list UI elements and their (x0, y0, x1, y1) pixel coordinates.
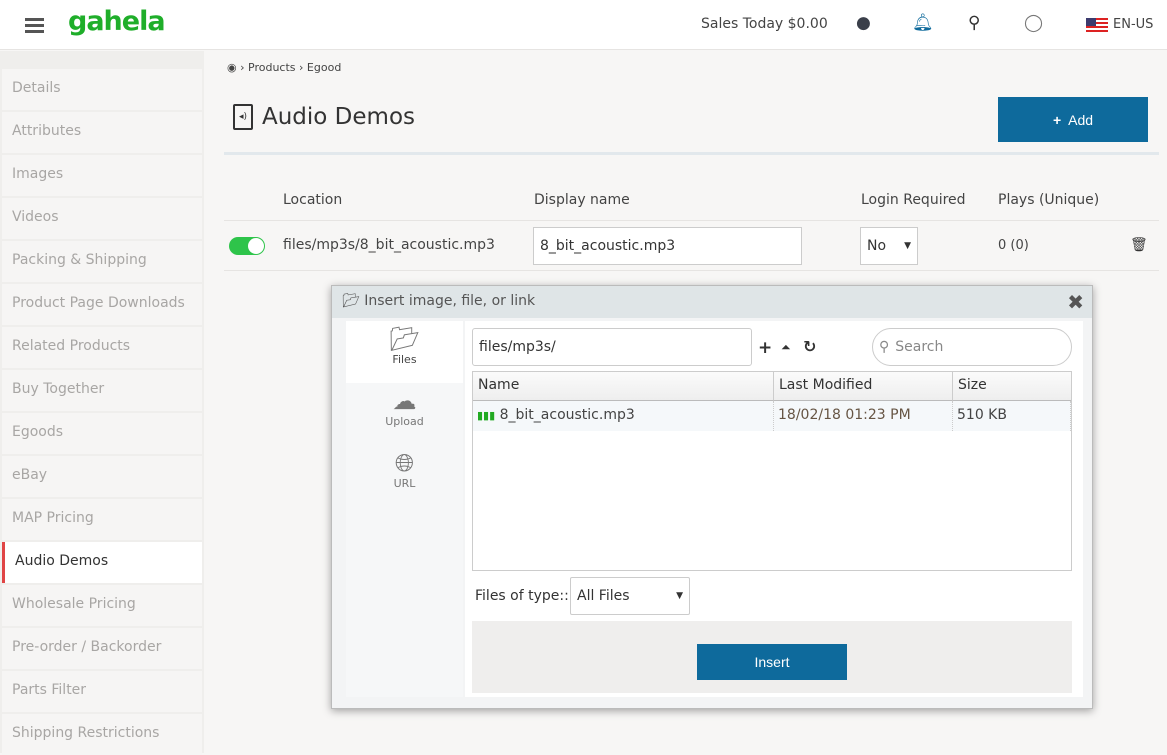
refresh-icon[interactable]: ↻ (803, 337, 816, 356)
display-name-input[interactable]: 8_bit_acoustic.mp3 (533, 227, 802, 265)
search-icon: ⚲ (879, 339, 890, 355)
sidebar-item-ebay[interactable]: eBay (2, 456, 202, 497)
breadcrumb-egood: Egood (306, 61, 342, 74)
sidebar-item-parts-filter[interactable]: Parts Filter (2, 671, 202, 712)
sidebar-item-map-pricing[interactable]: MAP Pricing (2, 499, 202, 540)
sidebar-item-videos[interactable]: Videos (2, 198, 202, 239)
sales-today: Sales Today $0.00 (701, 16, 828, 32)
divider (224, 152, 1159, 155)
user-icon[interactable]: ● (856, 13, 871, 33)
tab-upload-label: Upload (385, 415, 424, 428)
dialog-header: 📂︎ Insert image, file, or link (332, 286, 1092, 318)
audio-icon: ▮▮▮ (477, 409, 496, 422)
add-button[interactable]: + Add (998, 97, 1148, 142)
search-placeholder: Search (895, 339, 944, 355)
audio-file-icon: ◂) (233, 104, 253, 130)
new-folder-icon[interactable]: + (758, 338, 772, 358)
path-input[interactable]: files/mp3s/ (472, 328, 752, 366)
file-size-cell: 510 KB (953, 401, 1071, 431)
login-required-select[interactable]: No ▼ (860, 227, 918, 265)
close-icon[interactable]: ✖ (1067, 290, 1084, 314)
insert-button[interactable]: Insert (697, 644, 847, 680)
folder-open-icon: 📂︎ (342, 293, 360, 309)
sidebar-item-pre-order-backorder[interactable]: Pre-order / Backorder (2, 628, 202, 669)
sidebar-item-images[interactable]: Images (2, 155, 202, 196)
filter-label: Files of type:: (475, 588, 569, 604)
tab-url-label: URL (393, 477, 416, 490)
login-required-value: No (867, 238, 887, 254)
dashboard-icon[interactable]: ◉ (227, 61, 237, 74)
sidebar-item-buy-together[interactable]: Buy Together (2, 370, 202, 411)
file-type-select[interactable]: All Files ▼ (570, 577, 690, 615)
col-last-modified[interactable]: Last Modified (774, 372, 953, 401)
breadcrumb-products[interactable]: Products (248, 61, 296, 74)
tab-url[interactable]: 🌐︎ URL (346, 445, 463, 507)
sidebar-item-wholesale-pricing[interactable]: Wholesale Pricing (2, 585, 202, 626)
col-name[interactable]: Name (473, 372, 774, 401)
tab-upload[interactable]: ☁ Upload (346, 383, 463, 445)
search-input[interactable]: ⚲ Search (872, 328, 1072, 366)
us-flag-icon (1086, 17, 1108, 32)
file-modified-cell: 18/02/18 01:23 PM (774, 401, 953, 431)
col-plays: Plays (Unique) (998, 192, 1100, 208)
insert-dialog: 📂︎ Insert image, file, or link ✖ 📂︎ Files… (331, 285, 1093, 709)
sidebar-item-audio-demos[interactable]: Audio Demos (2, 542, 202, 583)
dialog-title: Insert image, file, or link (364, 293, 536, 309)
image-icon[interactable]: ⏶ (781, 340, 791, 355)
col-size[interactable]: Size (953, 372, 1071, 401)
trash-icon[interactable]: 🗑︎ (1130, 237, 1148, 253)
search-icon[interactable]: ⚲ (968, 13, 980, 33)
folder-icon: 📂︎ (389, 325, 420, 353)
sidebar-item-product-page-downloads[interactable]: Product Page Downloads (2, 284, 202, 325)
plays-cell: 0 (0) (998, 238, 1029, 253)
cloud-upload-icon: ☁ (392, 387, 417, 415)
sidebar-item-packing-shipping[interactable]: Packing & Shipping (2, 241, 202, 282)
file-name: 8_bit_acoustic.mp3 (499, 407, 635, 423)
globe-icon: 🌐︎ (394, 449, 415, 477)
logo[interactable]: gahela (68, 6, 166, 37)
language-label: EN-US (1113, 17, 1154, 32)
add-label: Add (1068, 111, 1094, 128)
col-location: Location (283, 192, 343, 208)
page-title: ◂) Audio Demos (233, 104, 415, 130)
dialog-tabs: 📂︎ Files ☁ Upload 🌐︎ URL (346, 321, 463, 697)
menu-icon[interactable] (25, 18, 44, 36)
sidebar-item-related-products[interactable]: Related Products (2, 327, 202, 368)
tab-files-label: Files (392, 353, 417, 366)
file-name-cell[interactable]: ▮▮▮ 8_bit_acoustic.mp3 (473, 401, 774, 431)
location-cell: files/mp3s/8_bit_acoustic.mp3 (283, 237, 495, 253)
breadcrumb: ◉ › Products › Egood (227, 61, 342, 74)
col-login-required: Login Required (861, 192, 966, 208)
sidebar-item-details[interactable]: Details (2, 69, 202, 110)
language-selector[interactable]: EN-US (1086, 17, 1153, 32)
sidebar: Details Attributes Images Videos Packing & S… (0, 51, 204, 755)
page-title-text: Audio Demos (262, 104, 416, 130)
enabled-toggle[interactable] (229, 237, 265, 255)
col-display-name: Display name (534, 192, 630, 208)
file-grid: Name Last Modified Size ▮▮▮ 8_bit_acoust… (472, 371, 1072, 571)
top-bar: gahela Sales Today $0.00 ● 🔔︎ ⚲ ◯ EN-US (0, 0, 1167, 50)
sidebar-item-egoods[interactable]: Egoods (2, 413, 202, 454)
file-type-value: All Files (577, 588, 630, 604)
sidebar-item-shipping-restrictions[interactable]: Shipping Restrictions (2, 714, 202, 755)
bell-icon[interactable]: 🔔︎ (912, 13, 934, 33)
sidebar-item-attributes[interactable]: Attributes (2, 112, 202, 153)
lifebuoy-icon[interactable]: ◯ (1024, 13, 1043, 33)
tab-files[interactable]: 📂︎ Files (346, 321, 463, 383)
